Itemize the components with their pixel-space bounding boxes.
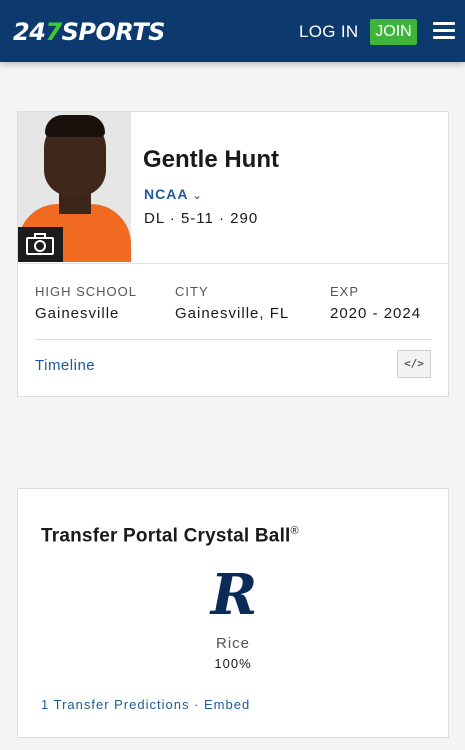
- top-nav-bar: 247SPORTS LOG IN JOIN: [0, 0, 465, 62]
- city-label: CITY: [175, 284, 209, 299]
- join-button[interactable]: JOIN: [370, 19, 417, 45]
- high-school-label: HIGH SCHOOL: [35, 284, 138, 299]
- profile-divider: [18, 263, 448, 264]
- hamburger-menu-icon[interactable]: [433, 22, 455, 40]
- photo-hair: [45, 115, 105, 137]
- camera-icon[interactable]: [18, 227, 63, 262]
- city-value: Gainesville, FL: [175, 305, 290, 322]
- menu-line: [433, 22, 455, 25]
- details-divider: [35, 339, 432, 340]
- chevron-down-icon: ⌄: [192, 190, 203, 202]
- transfer-predictions-link[interactable]: 1 Transfer Predictions · Embed: [41, 696, 250, 714]
- crystal-ball-title: Transfer Portal Crystal Ball®: [41, 519, 299, 548]
- embed-code-button[interactable]: </>: [397, 350, 431, 378]
- league-label: NCAA: [144, 186, 189, 202]
- site-logo[interactable]: 247SPORTS: [13, 18, 165, 46]
- timeline-link[interactable]: Timeline: [35, 356, 95, 376]
- logo-prefix: 24: [13, 18, 46, 46]
- player-photo: [18, 112, 131, 262]
- high-school-value: Gainesville: [35, 305, 120, 322]
- exp-label: EXP: [330, 284, 360, 299]
- crystal-ball-card: Transfer Portal Crystal Ball® R Rice 100…: [17, 488, 449, 738]
- prediction-percentage: 100%: [214, 656, 252, 671]
- predicted-school-name: Rice: [215, 635, 250, 652]
- rice-school-logo[interactable]: R: [208, 565, 260, 625]
- menu-line: [433, 36, 455, 39]
- logo-seven: 7: [45, 18, 62, 46]
- camera-lens: [34, 240, 46, 252]
- registered-mark: ®: [290, 525, 299, 537]
- crystal-ball-title-text: Transfer Portal Crystal Ball: [41, 525, 291, 547]
- position-height-weight: DL · 5-11 · 290: [144, 210, 259, 227]
- exp-value: 2020 - 2024: [330, 305, 422, 322]
- league-dropdown[interactable]: NCAA ⌄: [144, 185, 203, 205]
- menu-line: [433, 29, 455, 32]
- logo-suffix: SPORTS: [61, 18, 166, 46]
- player-profile-card: Gentle Hunt NCAA ⌄ DL · 5-11 · 290 HIGH S…: [17, 111, 449, 397]
- player-name: Gentle Hunt: [143, 146, 279, 173]
- login-link[interactable]: LOG IN: [299, 21, 358, 43]
